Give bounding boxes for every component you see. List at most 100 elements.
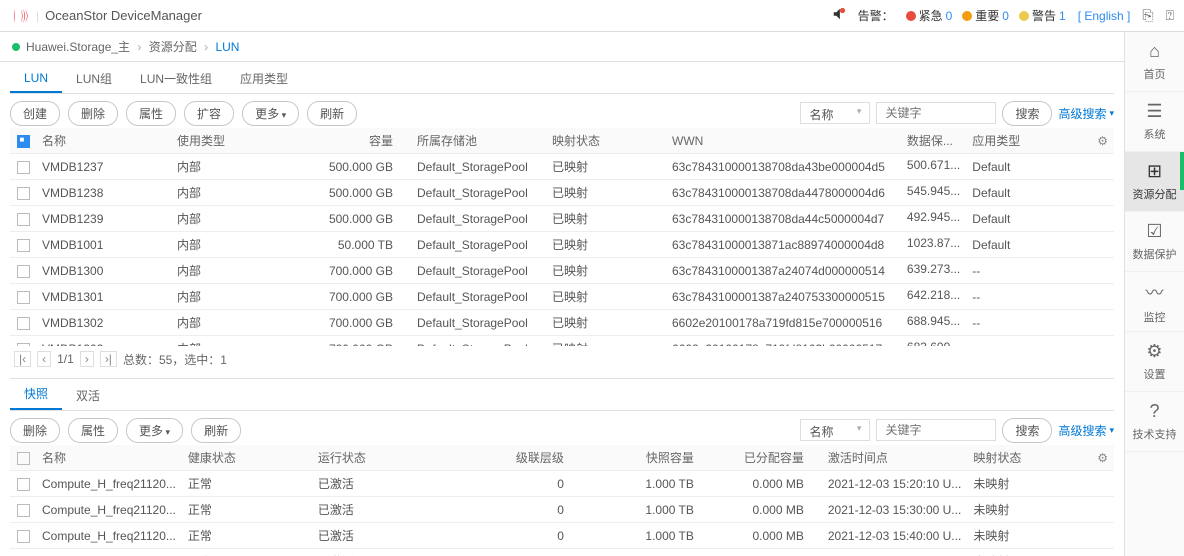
- nav-item-监控[interactable]: 〰监控: [1125, 272, 1184, 332]
- cell-app: Default: [966, 232, 1091, 258]
- sub-more-button[interactable]: 更多: [126, 418, 183, 443]
- lun-col-header[interactable]: 使用类型: [171, 128, 321, 154]
- lun-col-header[interactable]: 容量: [321, 128, 411, 154]
- snap-column-settings-icon[interactable]: ⚙: [1097, 451, 1108, 465]
- column-settings-icon[interactable]: ⚙: [1097, 134, 1108, 148]
- speaker-icon[interactable]: [832, 7, 846, 24]
- alarm-critical[interactable]: 紧急 0: [906, 7, 953, 24]
- more-button[interactable]: 更多: [242, 101, 299, 126]
- snap-col-header[interactable]: 快照容量: [582, 445, 712, 471]
- search-field-select[interactable]: 名称: [800, 102, 870, 124]
- lun-col-header[interactable]: [10, 128, 36, 154]
- pager-total: 总数：55，选中：1: [123, 351, 227, 368]
- tab-LUN一致性组[interactable]: LUN一致性组: [126, 64, 226, 93]
- sub-properties-button[interactable]: 属性: [68, 418, 118, 443]
- nav-item-资源分配[interactable]: ⊞资源分配: [1125, 152, 1184, 212]
- search-input[interactable]: [876, 102, 996, 124]
- snap-col-header[interactable]: 级联层级: [482, 445, 582, 471]
- pager-last[interactable]: ›|: [100, 351, 117, 367]
- row-checkbox[interactable]: [17, 187, 30, 200]
- nav-item-技术支持[interactable]: ?技术支持: [1125, 392, 1184, 452]
- breadcrumb-mid[interactable]: 资源分配: [149, 40, 197, 54]
- snap-col-header[interactable]: ⚙: [1091, 445, 1114, 471]
- nav-item-设置[interactable]: ⚙设置: [1125, 332, 1184, 392]
- snap-col-header[interactable]: 激活时间点: [822, 445, 967, 471]
- tab-LUN组[interactable]: LUN组: [62, 64, 126, 93]
- table-row[interactable]: VMDB1001内部50.000 TBDefault_StoragePool已映…: [10, 232, 1114, 258]
- advanced-search-link[interactable]: 高级搜索▾: [1058, 105, 1114, 122]
- table-row[interactable]: VMDB1300内部700.000 GBDefault_StoragePool已…: [10, 258, 1114, 284]
- help-top-icon[interactable]: ⍰: [1166, 7, 1174, 24]
- pager-first[interactable]: |‹: [14, 351, 31, 367]
- create-button[interactable]: 创建: [10, 101, 60, 126]
- sub-refresh-button[interactable]: 刷新: [191, 418, 241, 443]
- row-checkbox[interactable]: [17, 291, 30, 304]
- table-row[interactable]: VMDB1238内部500.000 GBDefault_StoragePool已…: [10, 180, 1114, 206]
- cell-type: 内部: [171, 258, 321, 284]
- cell-pool: Default_StoragePool: [411, 284, 546, 310]
- alarm-warning[interactable]: 警告 1: [1019, 7, 1066, 24]
- row-checkbox[interactable]: [17, 478, 30, 491]
- breadcrumb-root[interactable]: Huawei.Storage_主: [26, 40, 130, 54]
- expand-button[interactable]: 扩容: [184, 101, 234, 126]
- row-checkbox[interactable]: [17, 265, 30, 278]
- sub-advanced-search-link[interactable]: 高级搜索▾: [1058, 422, 1114, 439]
- row-checkbox[interactable]: [17, 161, 30, 174]
- sub-search-button[interactable]: 搜索: [1002, 418, 1052, 443]
- lun-col-header[interactable]: 所属存储池: [411, 128, 546, 154]
- nav-label: 数据保护: [1133, 246, 1177, 262]
- select-all-checkbox[interactable]: [17, 135, 30, 148]
- cell-map: 已映射: [546, 336, 666, 347]
- cell-capacity: 700.000 GB: [321, 336, 411, 347]
- pager-prev[interactable]: ‹: [37, 351, 51, 367]
- cell-wwn: 63c7843100001387a24074d000000514: [666, 258, 901, 284]
- sub-delete-button[interactable]: 删除: [10, 418, 60, 443]
- nav-item-首页[interactable]: ⌂首页: [1125, 32, 1184, 92]
- lun-col-header[interactable]: 映射状态: [546, 128, 666, 154]
- table-row[interactable]: VMDB1237内部500.000 GBDefault_StoragePool已…: [10, 154, 1114, 180]
- tab-应用类型[interactable]: 应用类型: [226, 64, 302, 93]
- snap-select-all-checkbox[interactable]: [17, 452, 30, 465]
- table-row[interactable]: VMDB1303内部700.000 GBDefault_StoragePool已…: [10, 336, 1114, 347]
- row-checkbox[interactable]: [17, 504, 30, 517]
- search-button[interactable]: 搜索: [1002, 101, 1052, 126]
- sub-search-field-select[interactable]: 名称: [800, 419, 870, 441]
- sub-tab-双活[interactable]: 双活: [62, 381, 114, 410]
- pager-next[interactable]: ›: [80, 351, 94, 367]
- tab-LUN[interactable]: LUN: [10, 65, 62, 93]
- alarm-major[interactable]: 重要 0: [962, 7, 1009, 24]
- table-row[interactable]: Compute_H_freq21120...正常已激活01.000 TB0.00…: [10, 549, 1114, 556]
- properties-button[interactable]: 属性: [126, 101, 176, 126]
- row-checkbox[interactable]: [17, 239, 30, 252]
- table-row[interactable]: VMDB1239内部500.000 GBDefault_StoragePool已…: [10, 206, 1114, 232]
- nav-item-系统[interactable]: ☰系统: [1125, 92, 1184, 152]
- table-row[interactable]: Compute_H_freq21120...正常已激活01.000 TB0.00…: [10, 497, 1114, 523]
- lun-col-header[interactable]: 数据保...: [901, 128, 966, 154]
- table-row[interactable]: VMDB1301内部700.000 GBDefault_StoragePool已…: [10, 284, 1114, 310]
- sub-tab-快照[interactable]: 快照: [10, 379, 62, 410]
- row-checkbox[interactable]: [17, 530, 30, 543]
- snap-col-header[interactable]: 映射状态: [967, 445, 1091, 471]
- nav-item-数据保护[interactable]: ☑数据保护: [1125, 212, 1184, 272]
- nav-icon: ⊞: [1147, 161, 1162, 182]
- snap-col-header[interactable]: [10, 445, 36, 471]
- table-row[interactable]: Compute_H_freq21120...正常已激活01.000 TB0.00…: [10, 523, 1114, 549]
- row-checkbox[interactable]: [17, 317, 30, 330]
- lun-col-header[interactable]: 应用类型: [966, 128, 1091, 154]
- logout-icon[interactable]: ⎘: [1142, 7, 1153, 24]
- snap-col-header[interactable]: 名称: [36, 445, 182, 471]
- snap-col-header[interactable]: 已分配容量: [712, 445, 822, 471]
- lun-col-header[interactable]: 名称: [36, 128, 171, 154]
- refresh-button[interactable]: 刷新: [307, 101, 357, 126]
- table-row[interactable]: VMDB1302内部700.000 GBDefault_StoragePool已…: [10, 310, 1114, 336]
- snap-col-header[interactable]: 运行状态: [312, 445, 482, 471]
- lun-col-header[interactable]: ⚙: [1091, 128, 1114, 154]
- snap-col-header[interactable]: 健康状态: [182, 445, 312, 471]
- language-link[interactable]: [ English ]: [1078, 9, 1131, 23]
- delete-button[interactable]: 删除: [68, 101, 118, 126]
- row-checkbox[interactable]: [17, 343, 30, 346]
- sub-search-input[interactable]: [876, 419, 996, 441]
- table-row[interactable]: Compute_H_freq21120...正常已激活01.000 TB0.00…: [10, 471, 1114, 497]
- row-checkbox[interactable]: [17, 213, 30, 226]
- lun-col-header[interactable]: WWN: [666, 128, 901, 154]
